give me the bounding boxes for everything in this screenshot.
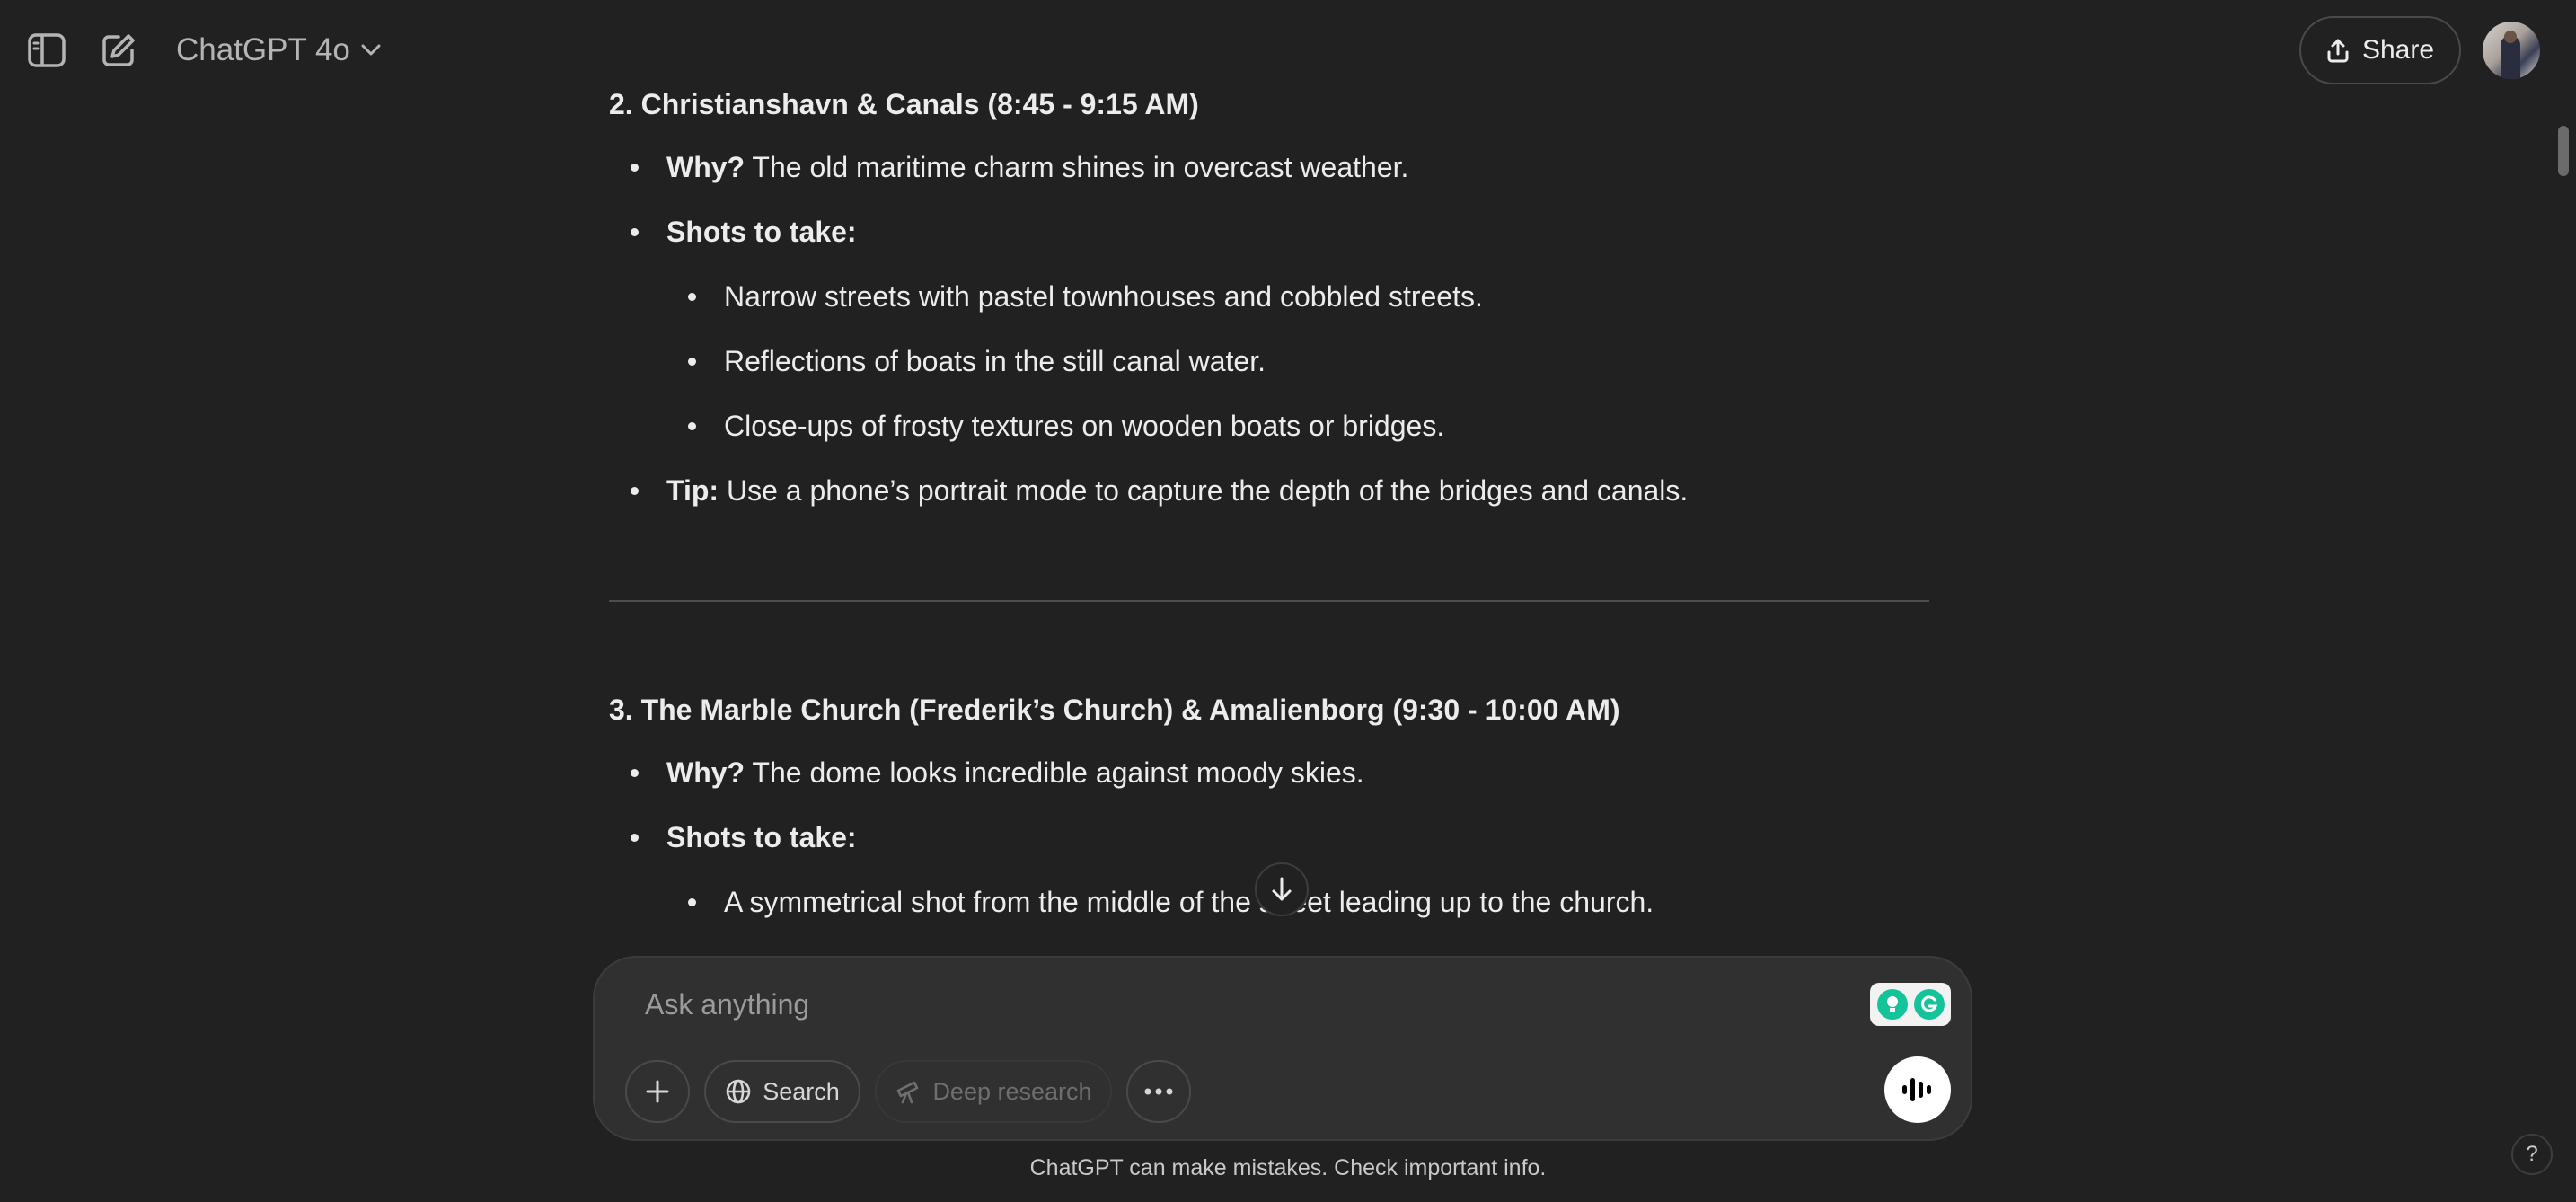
more-icon <box>1144 1088 1173 1095</box>
sidebar-toggle-icon[interactable] <box>18 22 75 79</box>
top-bar: ChatGPT 4o Share <box>0 0 2576 101</box>
why-text: The old maritime charm shines in overcas… <box>745 151 1409 183</box>
shots-label: Shots to take: <box>666 821 857 853</box>
attach-button[interactable] <box>625 1060 690 1123</box>
arrow-down-icon <box>1272 877 1292 901</box>
voice-icon <box>1902 1078 1931 1101</box>
lightbulb-icon[interactable] <box>1876 989 1908 1020</box>
list-item: Why? The dome looks incredible against m… <box>666 755 1364 791</box>
list-item: Why? The old maritime charm shines in ov… <box>666 149 1408 185</box>
bullet <box>631 164 639 172</box>
shots-label: Shots to take: <box>666 216 857 248</box>
why-label: Why? <box>666 756 745 789</box>
disclaimer: ChatGPT can make mistakes. Check importa… <box>1029 1155 1547 1180</box>
section-title: 3. The Marble Church (Frederik’s Church)… <box>609 694 1620 726</box>
search-label: Search <box>763 1077 840 1105</box>
globe-icon <box>726 1079 751 1104</box>
help-button[interactable]: ? <box>2511 1134 2553 1175</box>
model-name: ChatGPT 4o <box>176 32 350 67</box>
search-button[interactable]: Search <box>704 1060 860 1123</box>
deep-research-label: Deep research <box>932 1077 1092 1105</box>
tip-label: Tip: <box>666 474 719 507</box>
model-selector[interactable]: ChatGPT 4o <box>171 25 386 75</box>
new-chat-icon[interactable] <box>90 22 147 79</box>
bullet <box>688 422 696 430</box>
list-item: Narrow streets with pastel townhouses an… <box>724 280 1483 313</box>
section-title: 2. Christianshavn & Canals (8:45 - 9:15 … <box>609 88 1199 120</box>
list-item: Close-ups of frosty textures on wooden b… <box>724 410 1445 442</box>
list-item: Shots to take: <box>666 819 857 855</box>
prompt-input[interactable] <box>643 977 1811 1031</box>
bullet <box>631 834 639 842</box>
bullet <box>631 228 639 236</box>
bullet <box>631 487 639 495</box>
grammarly-icon[interactable] <box>1913 989 1945 1020</box>
share-label: Share <box>2361 35 2435 65</box>
bullet <box>631 769 639 777</box>
chevron-down-icon <box>361 44 381 56</box>
divider <box>609 600 1929 602</box>
share-button[interactable]: Share <box>2299 16 2461 84</box>
deep-research-button[interactable]: Deep research <box>875 1060 1112 1123</box>
scrollbar-thumb[interactable] <box>2558 126 2569 176</box>
scroll-to-bottom-button[interactable] <box>1255 862 1309 916</box>
list-item: Reflections of boats in the still canal … <box>724 345 1266 377</box>
bullet <box>688 898 696 906</box>
share-icon <box>2327 39 2349 63</box>
voice-mode-button[interactable] <box>1884 1056 1951 1123</box>
list-item: Shots to take: <box>666 214 857 250</box>
tip-text: Use a phone’s portrait mode to capture t… <box>719 474 1689 507</box>
telescope-icon <box>897 1081 919 1104</box>
plus-icon <box>646 1080 669 1103</box>
why-text: The dome looks incredible against moody … <box>745 756 1364 789</box>
grammarly-widget[interactable] <box>1870 983 1951 1026</box>
list-item: A symmetrical shot from the middle of th… <box>724 886 1654 918</box>
composer: Search Deep research <box>593 956 1972 1141</box>
more-options-button[interactable] <box>1126 1060 1191 1123</box>
bullet <box>688 358 696 366</box>
list-item: Tip: Use a phone’s portrait mode to capt… <box>666 473 1688 508</box>
bullet <box>688 293 696 301</box>
avatar[interactable] <box>2483 22 2540 79</box>
why-label: Why? <box>666 151 745 183</box>
